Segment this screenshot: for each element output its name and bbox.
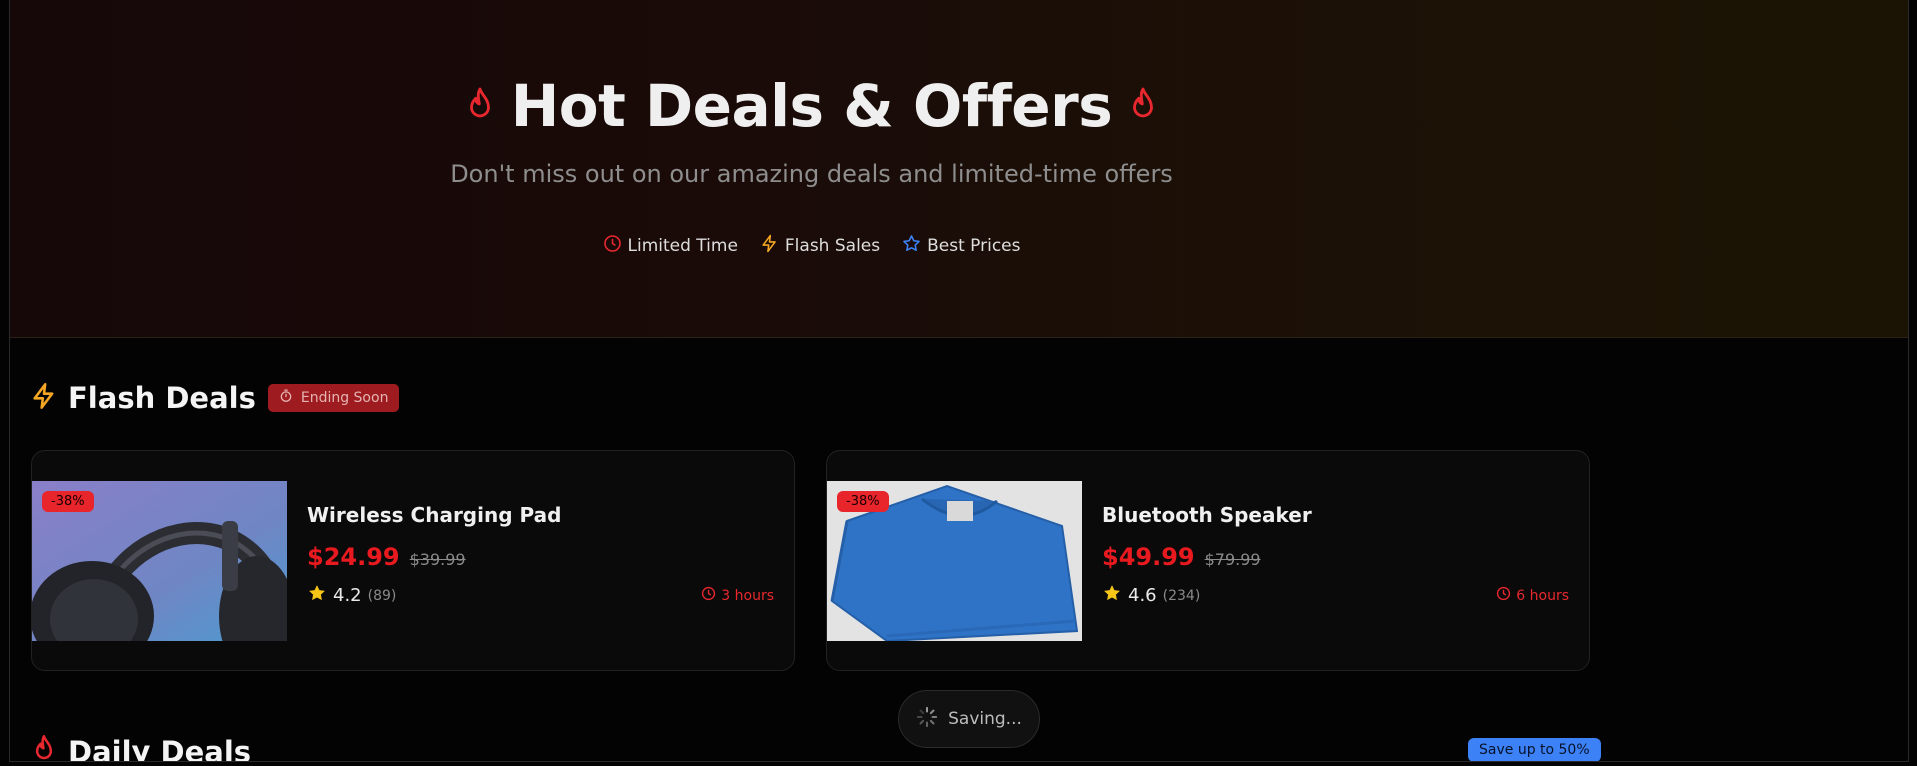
rating-value: 4.6 <box>1128 585 1157 606</box>
star-icon <box>902 234 921 258</box>
feature-label: Best Prices <box>927 236 1021 256</box>
price-row: $49.99 $79.99 <box>1102 543 1569 571</box>
discount-badge: -38% <box>42 491 94 512</box>
price-row: $24.99 $39.99 <box>307 543 774 571</box>
section-title: Flash Deals <box>68 381 256 415</box>
feature-flash-sales: Flash Sales <box>760 234 880 258</box>
flash-deals-header: Flash Deals Ending Soon <box>30 381 400 415</box>
page-frame: Hot Deals & Offers Don't miss out on our… <box>9 0 1909 762</box>
feature-label: Flash Sales <box>784 236 881 256</box>
meta-row: 4.2 (89) 3 hours <box>307 583 774 608</box>
clock-icon <box>603 234 622 258</box>
lightning-icon <box>30 381 58 415</box>
rating: 4.6 (234) <box>1102 583 1200 608</box>
star-icon <box>1102 583 1122 608</box>
hero-title-row: Hot Deals & Offers <box>10 72 1613 140</box>
flame-icon <box>463 86 497 126</box>
saving-label: Saving... <box>948 709 1022 729</box>
time-left: 3 hours <box>701 586 774 605</box>
review-count: (234) <box>1162 587 1201 604</box>
original-price: $79.99 <box>1204 550 1261 569</box>
sale-price: $49.99 <box>1102 543 1195 571</box>
time-left-label: 3 hours <box>721 587 774 604</box>
rating: 4.2 (89) <box>307 583 396 608</box>
meta-row: 4.6 (234) 6 hours <box>1102 583 1569 608</box>
rating-value: 4.2 <box>333 585 362 606</box>
card-info: Wireless Charging Pad $24.99 $39.99 4.2 … <box>307 503 774 608</box>
original-price: $39.99 <box>409 550 466 569</box>
hero-banner: Hot Deals & Offers Don't miss out on our… <box>10 0 1908 338</box>
saving-indicator: Saving... <box>898 690 1040 748</box>
daily-deals-header: Daily Deals <box>30 734 252 762</box>
discount-badge: -38% <box>837 491 889 512</box>
feature-limited-time: Limited Time <box>603 234 738 258</box>
flame-icon <box>30 734 58 761</box>
feature-best-prices: Best Prices <box>902 234 1021 258</box>
card-info: Bluetooth Speaker $49.99 $79.99 4.6 (234… <box>1102 503 1569 608</box>
star-icon <box>307 583 327 608</box>
time-left-label: 6 hours <box>1516 587 1569 604</box>
product-image[interactable]: -38% <box>32 481 287 641</box>
page-title: Hot Deals & Offers <box>510 72 1113 140</box>
product-image[interactable]: -38% <box>827 481 1082 641</box>
feature-label: Limited Time <box>627 236 738 256</box>
badge-label: Ending Soon <box>300 390 389 406</box>
stopwatch-icon <box>279 389 293 407</box>
save-up-to-badge: Save up to 50% <box>1468 738 1601 761</box>
review-count: (89) <box>367 587 397 604</box>
ending-soon-badge: Ending Soon <box>267 384 400 412</box>
hero-subtitle: Don't miss out on our amazing deals and … <box>450 160 1173 188</box>
spinner-icon <box>916 706 938 733</box>
lightning-icon <box>760 234 779 258</box>
clock-icon <box>1496 586 1511 605</box>
deal-card[interactable]: -38% Wireless Charging Pad $24.99 $39.99… <box>31 450 795 671</box>
product-name[interactable]: Wireless Charging Pad <box>307 503 774 527</box>
product-name[interactable]: Bluetooth Speaker <box>1102 503 1569 527</box>
deal-card[interactable]: -38% Bluetooth Speaker $49.99 $79.99 4.6… <box>826 450 1590 671</box>
time-left: 6 hours <box>1496 586 1569 605</box>
hero-feature-list: Limited Time Flash Sales Best Prices <box>10 234 1613 258</box>
sale-price: $24.99 <box>307 543 400 571</box>
clock-icon <box>701 586 716 605</box>
flame-icon <box>1126 86 1160 126</box>
section-title: Daily Deals <box>68 735 252 762</box>
